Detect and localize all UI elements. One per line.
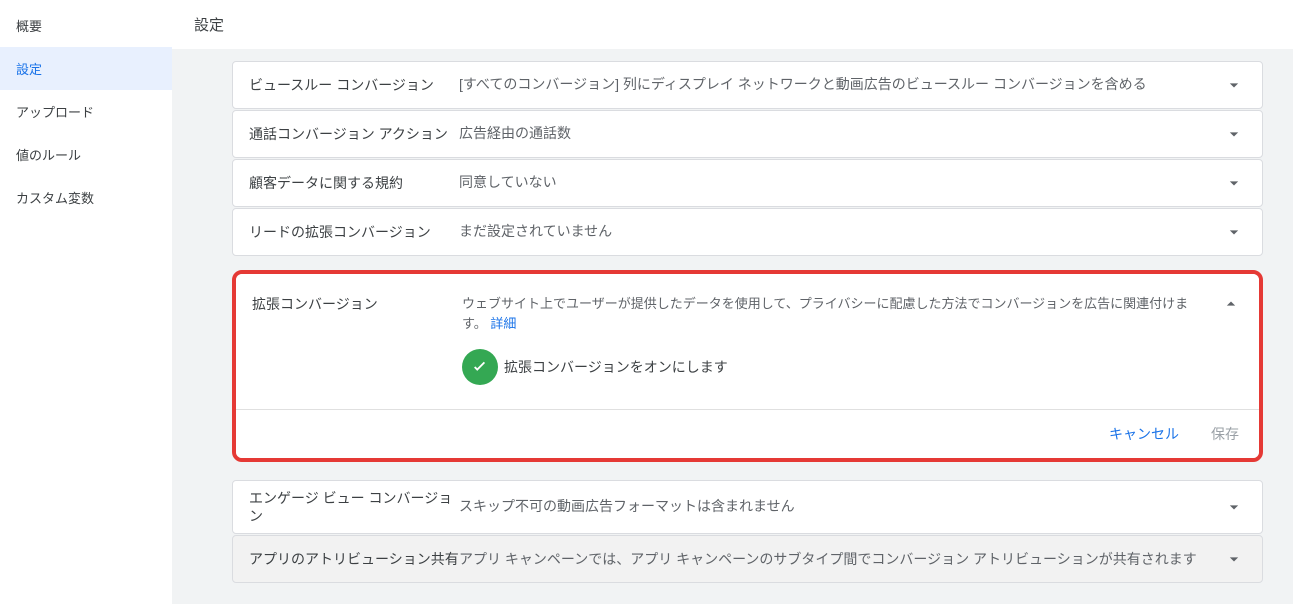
page-title: 設定 bbox=[172, 0, 1293, 49]
row-leads-enhanced-conversion[interactable]: リードの拡張コンバージョン まだ設定されていません bbox=[232, 208, 1263, 256]
row-label: 拡張コンバージョン bbox=[252, 294, 462, 314]
toggle-row: 拡張コンバージョンをオンにします bbox=[236, 341, 1259, 409]
row-view-through-conversion[interactable]: ビュースルー コンバージョン [すべてのコンバージョン] 列にディスプレイ ネッ… bbox=[232, 61, 1263, 109]
row-description: ウェブサイト上でユーザーが提供したデータを使用して、プライバシーに配慮した方法で… bbox=[462, 294, 1219, 333]
row-customer-data-terms[interactable]: 顧客データに関する規約 同意していない bbox=[232, 159, 1263, 207]
settings-content: ビュースルー コンバージョン [すべてのコンバージョン] 列にディスプレイ ネッ… bbox=[172, 49, 1293, 604]
row-app-attribution-sharing[interactable]: アプリのアトリビューション共有 アプリ キャンペーンでは、アプリ キャンペーンの… bbox=[232, 535, 1263, 583]
sidebar-item-value-rules[interactable]: 値のルール bbox=[0, 133, 172, 176]
chevron-down-icon bbox=[1222, 497, 1246, 517]
row-value: [すべてのコンバージョン] 列にディスプレイ ネットワークと動画広告のビュースル… bbox=[459, 75, 1222, 95]
row-label: リードの拡張コンバージョン bbox=[249, 223, 459, 241]
sidebar: 概要 設定 アップロード 値のルール カスタム変数 bbox=[0, 0, 172, 604]
row-label: エンゲージ ビュー コンバージョン bbox=[249, 489, 459, 525]
row-label: 顧客データに関する規約 bbox=[249, 174, 459, 192]
row-value: スキップ不可の動画広告フォーマットは含まれません bbox=[459, 497, 1222, 517]
checkmark-icon[interactable] bbox=[462, 349, 498, 385]
row-value: アプリ キャンペーンでは、アプリ キャンペーンのサブタイプ間でコンバージョン ア… bbox=[459, 550, 1222, 570]
row-label: アプリのアトリビューション共有 bbox=[249, 550, 459, 568]
row-value: 同意していない bbox=[459, 173, 1222, 193]
chevron-down-icon bbox=[1222, 124, 1246, 144]
sidebar-item-settings[interactable]: 設定 bbox=[0, 47, 172, 90]
highlight-enhanced-conversion: 拡張コンバージョン ウェブサイト上でユーザーが提供したデータを使用して、プライバ… bbox=[232, 270, 1263, 462]
chevron-down-icon bbox=[1222, 222, 1246, 242]
toggle-label: 拡張コンバージョンをオンにします bbox=[504, 357, 728, 377]
row-call-conversion[interactable]: 通話コンバージョン アクション 広告経由の通話数 bbox=[232, 110, 1263, 158]
main: 設定 ビュースルー コンバージョン [すべてのコンバージョン] 列にディスプレイ… bbox=[172, 0, 1293, 604]
row-value: 広告経由の通話数 bbox=[459, 124, 1222, 144]
card-footer: キャンセル 保存 bbox=[236, 409, 1259, 458]
chevron-down-icon bbox=[1222, 75, 1246, 95]
row-label: 通話コンバージョン アクション bbox=[249, 125, 459, 143]
sidebar-item-overview[interactable]: 概要 bbox=[0, 4, 172, 47]
desc-text: ウェブサイト上でユーザーが提供したデータを使用して、プライバシーに配慮した方法で… bbox=[462, 296, 1188, 331]
save-button: 保存 bbox=[1211, 424, 1239, 444]
cancel-button[interactable]: キャンセル bbox=[1109, 424, 1179, 444]
chevron-down-icon bbox=[1222, 549, 1246, 569]
row-enhanced-conversion-expanded: 拡張コンバージョン ウェブサイト上でユーザーが提供したデータを使用して、プライバ… bbox=[236, 274, 1259, 458]
row-value: まだ設定されていません bbox=[459, 222, 1222, 242]
sidebar-item-upload[interactable]: アップロード bbox=[0, 90, 172, 133]
details-link[interactable]: 詳細 bbox=[490, 316, 516, 331]
row-label: ビュースルー コンバージョン bbox=[249, 76, 459, 94]
row-engage-view-conversion[interactable]: エンゲージ ビュー コンバージョン スキップ不可の動画広告フォーマットは含まれま… bbox=[232, 480, 1263, 534]
chevron-up-icon[interactable] bbox=[1219, 294, 1243, 314]
sidebar-item-custom-vars[interactable]: カスタム変数 bbox=[0, 176, 172, 219]
chevron-down-icon bbox=[1222, 173, 1246, 193]
